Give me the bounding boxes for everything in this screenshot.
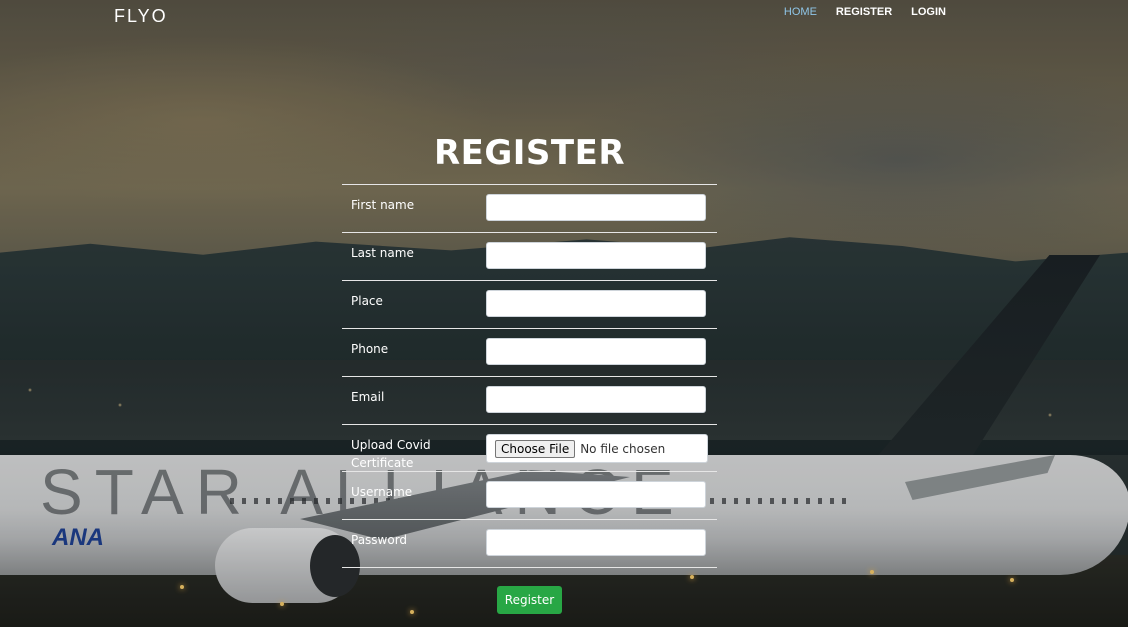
password-label: Password: [351, 533, 408, 547]
nav-register-link[interactable]: REGISTER: [836, 6, 892, 18]
top-nav: HOME REGISTER LOGIN: [784, 6, 946, 18]
password-input[interactable]: [486, 529, 706, 556]
last-name-input[interactable]: [486, 242, 706, 269]
last-name-label: Last name: [351, 246, 414, 260]
form-row-email: Email: [342, 376, 717, 424]
register-submit-button[interactable]: Register: [497, 586, 562, 614]
form-row-place: Place: [342, 280, 717, 328]
file-status-text: No file chosen: [580, 441, 666, 456]
register-form: First name Last name Place Phone Email U…: [342, 184, 717, 568]
email-input[interactable]: [486, 386, 706, 413]
form-row-first-name: First name: [342, 184, 717, 232]
phone-label: Phone: [351, 342, 389, 356]
covid-certificate-label: Upload Covid Certificate: [351, 438, 431, 470]
form-row-username: Username: [342, 471, 717, 519]
nav-home-link[interactable]: HOME: [784, 6, 817, 18]
email-label: Email: [351, 390, 385, 404]
place-input[interactable]: [486, 290, 706, 317]
username-label: Username: [351, 485, 413, 499]
username-input[interactable]: [486, 481, 706, 508]
first-name-label: First name: [351, 198, 415, 212]
first-name-input[interactable]: [486, 194, 706, 221]
page-title: REGISTER: [433, 133, 626, 173]
phone-input[interactable]: [486, 338, 706, 365]
choose-file-button[interactable]: Choose File: [495, 439, 576, 458]
form-row-covid-certificate: Upload Covid Certificate Choose File No …: [342, 424, 717, 471]
form-row-last-name: Last name: [342, 232, 717, 280]
nav-login-link[interactable]: LOGIN: [911, 6, 946, 18]
place-label: Place: [351, 294, 383, 308]
form-row-password: Password: [342, 519, 717, 568]
covid-certificate-file-input[interactable]: Choose File No file chosen: [486, 434, 708, 463]
form-row-phone: Phone: [342, 328, 717, 376]
brand-logo[interactable]: FLYO: [114, 6, 168, 27]
